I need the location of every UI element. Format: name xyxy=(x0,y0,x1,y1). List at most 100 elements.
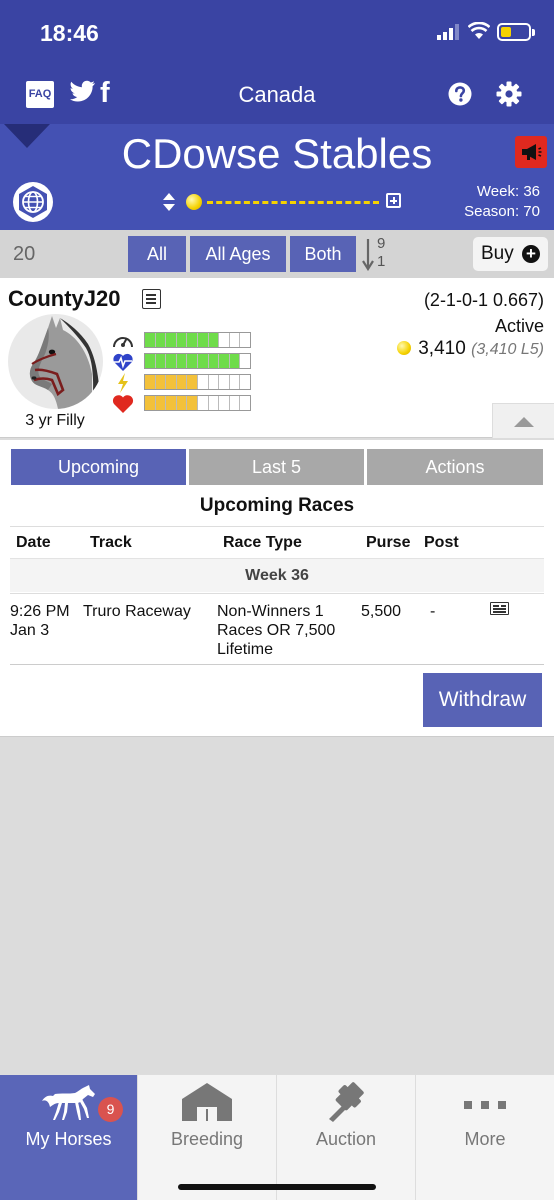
withdraw-button[interactable]: Withdraw xyxy=(423,673,542,727)
stat-bar-segment xyxy=(176,396,188,410)
collapse-button[interactable] xyxy=(492,403,554,438)
race-type: Non-Winners 1 Races OR 7,500 Lifetime xyxy=(217,603,336,658)
week-label: Week: 36 xyxy=(476,183,540,200)
stat-bar-segment xyxy=(145,396,156,410)
stat-bar-segment xyxy=(208,354,220,368)
heart-icon xyxy=(112,395,134,413)
progress-track xyxy=(207,201,379,204)
stat-bar-segment xyxy=(240,375,250,389)
stat-bar-segment xyxy=(230,375,241,389)
horse-avatar[interactable] xyxy=(8,314,103,409)
tab-last-5[interactable]: Last 5 xyxy=(189,449,364,485)
notification-badge: 9 xyxy=(98,1097,123,1122)
tab-label: My Horses xyxy=(25,1129,112,1149)
stat-bar-segment xyxy=(176,333,188,347)
battery-icon xyxy=(497,23,531,41)
sort-top-number: 9 xyxy=(377,235,386,252)
race-purse: 5,500 xyxy=(361,603,402,620)
earnings-value: 3,410 xyxy=(418,338,466,359)
globe-icon xyxy=(19,186,47,218)
help-icon[interactable] xyxy=(448,82,472,106)
wifi-icon xyxy=(468,22,490,39)
tab-label: Breeding xyxy=(170,1129,244,1149)
filter-bar: 20 All All Ages Both 9 1 Buy + xyxy=(0,230,554,278)
gear-icon[interactable] xyxy=(496,81,522,107)
horse-icon xyxy=(42,1085,95,1120)
coin-icon xyxy=(186,194,202,210)
plus-circle-icon: + xyxy=(522,245,540,263)
filter-all-button[interactable]: All xyxy=(128,236,186,272)
horse-name[interactable]: CountyJ20 xyxy=(8,286,120,312)
stat-bar-segment xyxy=(155,396,167,410)
stat-bar-segment xyxy=(176,354,188,368)
tab-label: More xyxy=(464,1129,506,1149)
sort-arrows-icon[interactable] xyxy=(162,192,176,212)
megaphone-icon[interactable] xyxy=(515,136,547,168)
tab-upcoming[interactable]: Upcoming xyxy=(11,449,186,485)
race-details-icon[interactable] xyxy=(490,602,509,615)
filter-ages-button[interactable]: All Ages xyxy=(190,236,286,272)
stat-bar-segment xyxy=(166,396,177,410)
header-race-type: Race Type xyxy=(223,534,302,551)
stat-bar-segment xyxy=(240,354,250,368)
stat-bar-segment xyxy=(208,333,220,347)
header-post: Post xyxy=(424,534,459,551)
tab-my-horses[interactable]: 9 My Horses xyxy=(0,1075,138,1200)
stat-bar-segment xyxy=(198,375,209,389)
stable-header: CDowse Stables Week: 36 Season: 70 xyxy=(0,124,554,230)
stable-name: CDowse Stables xyxy=(121,130,433,177)
stat-bar-segment xyxy=(219,354,230,368)
heartbeat-icon xyxy=(113,353,133,371)
stamina-stat-bar xyxy=(144,353,251,369)
race-track: Truro Raceway xyxy=(83,603,191,620)
tab-auction[interactable]: Auction xyxy=(277,1075,416,1200)
buy-button[interactable]: Buy + xyxy=(473,237,548,271)
stat-bar-segment xyxy=(197,354,209,368)
horse-age-sex: 3 yr Filly xyxy=(25,412,85,429)
stat-bar-segment xyxy=(145,375,156,389)
stat-bar-segment xyxy=(229,354,241,368)
stat-bar-segment xyxy=(230,333,241,347)
header-date: Date xyxy=(16,534,51,551)
race-post: - xyxy=(430,603,436,620)
stat-bar-segment xyxy=(155,354,167,368)
stat-bar-segment xyxy=(209,375,220,389)
stat-bar-segment xyxy=(187,333,198,347)
stat-bar-segment xyxy=(166,333,177,347)
status-bar: 18:46 xyxy=(0,0,554,68)
home-indicator xyxy=(178,1184,376,1190)
sort-descending-icon xyxy=(362,239,374,271)
globe-button[interactable] xyxy=(13,182,53,222)
horse-card[interactable]: CountyJ20 3 yr Filly (2-1-0-1 0.667) Act… xyxy=(0,278,554,438)
season-label: Season: 70 xyxy=(464,203,540,220)
notes-icon[interactable] xyxy=(142,289,161,309)
signal-icon xyxy=(437,24,459,40)
sort-bottom-number: 1 xyxy=(377,253,386,270)
stat-bar-segment xyxy=(187,354,198,368)
horse-status: Active xyxy=(494,316,544,336)
table-row[interactable]: 9:26 PM Jan 3 Truro Raceway Non-Winners … xyxy=(10,593,544,665)
header-track: Track xyxy=(90,534,132,551)
tab-actions[interactable]: Actions xyxy=(367,449,543,485)
horse-count: 20 xyxy=(13,243,36,265)
stat-bar-segment xyxy=(176,375,188,389)
horse-detail-panel: Upcoming Last 5 Actions Upcoming Races D… xyxy=(0,440,554,737)
filter-sex-button[interactable]: Both xyxy=(290,236,356,272)
stat-bar-segment xyxy=(230,396,241,410)
coin-icon xyxy=(397,341,411,355)
week-season-info: Week: 36 Season: 70 xyxy=(464,182,540,222)
lightning-icon xyxy=(118,373,128,393)
tab-more[interactable]: More xyxy=(416,1075,554,1200)
stat-bar-segment xyxy=(219,333,230,347)
stat-bar-segment xyxy=(155,375,167,389)
stat-bar-segment xyxy=(166,375,177,389)
stat-bar-segment xyxy=(198,396,209,410)
section-title: Upcoming Races xyxy=(199,495,355,516)
horse-record: (2-1-0-1 0.667) xyxy=(423,290,544,310)
week-group-header: Week 36 xyxy=(10,558,544,592)
tab-breeding[interactable]: Breeding xyxy=(138,1075,277,1200)
stat-bar-segment xyxy=(240,333,250,347)
race-date: 9:26 PM Jan 3 xyxy=(10,603,70,639)
horse-head-icon xyxy=(29,316,100,409)
add-icon[interactable] xyxy=(386,193,401,208)
